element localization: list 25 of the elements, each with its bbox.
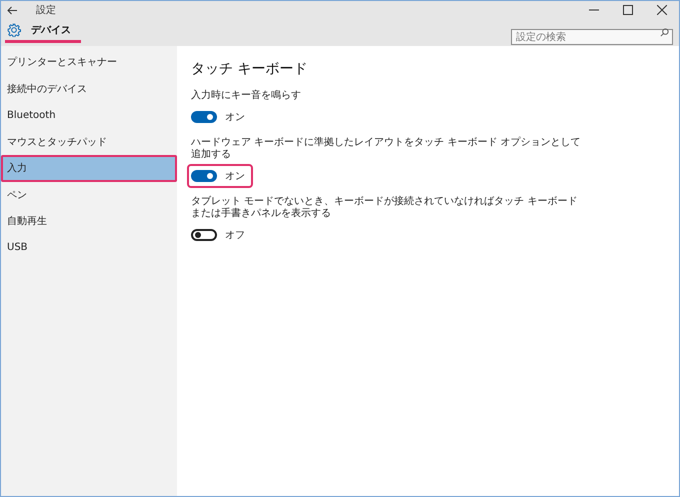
setting-label: ハードウェア キーボードに準拠したレイアウトをタッチ キーボード オプションとして追加する (191, 136, 582, 162)
toggle-state: オン (225, 110, 245, 124)
close-icon[interactable] (657, 5, 667, 15)
search-field[interactable]: 設定の検索 (511, 29, 673, 45)
setting-label: 入力時にキー音を鳴らす (191, 90, 302, 102)
section-title: タッチ キーボード (191, 60, 308, 78)
sidebar-item[interactable]: 接続中のデバイス (1, 76, 177, 102)
sidebar-item[interactable]: ペン (1, 182, 177, 208)
toggle-switch[interactable] (191, 228, 217, 240)
sidebar-item[interactable]: Bluetooth (1, 102, 177, 128)
sidebar-item[interactable]: 入力 (1, 155, 177, 182)
sidebar-item[interactable]: プリンターとスキャナー (1, 49, 177, 76)
sidebar-item[interactable]: USB (1, 234, 177, 261)
sidebar-item[interactable]: マウスとタッチパッド (1, 128, 177, 155)
toggle-state: オン (225, 170, 245, 182)
window-title: 設定 (36, 4, 57, 17)
search-icon (660, 28, 669, 37)
maximize-icon[interactable] (623, 5, 633, 15)
toggle-switch[interactable] (191, 110, 217, 122)
setting-label: タブレット モードでないとき、キーボードが接続されていなければタッチ キーボードまたは手書きパネルを表示する (191, 196, 578, 220)
toggle-switch[interactable] (191, 170, 217, 182)
toggle-state: オフ (225, 228, 245, 242)
gear-icon (7, 22, 21, 36)
back-arrow-icon[interactable] (7, 6, 18, 14)
sidebar-item[interactable]: 自動再生 (1, 208, 177, 234)
